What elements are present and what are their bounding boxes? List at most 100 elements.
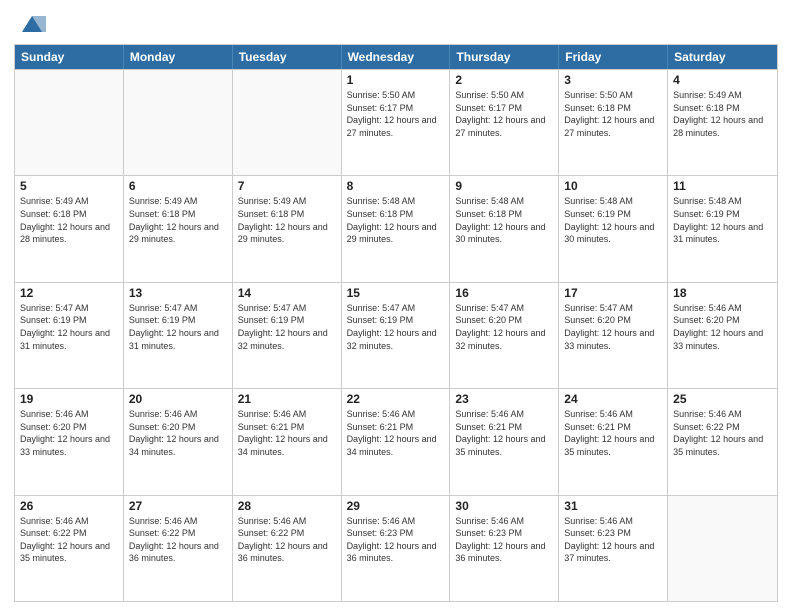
calendar-cell-23: 23Sunrise: 5:46 AM Sunset: 6:21 PM Dayli… [450,389,559,494]
calendar-row-4: 26 Sunrise: 5:46 AM Sunset: 6:22 PM Dayli… [15,495,777,601]
calendar-cell-6: 6 Sunrise: 5:49 AM Sunset: 6:18 PM Daylig… [124,176,233,281]
day-number: 2 [455,73,553,87]
day-number: 25 [673,392,772,406]
day-number: 16 [455,286,553,300]
day-info: Sunrise: 5:49 AM Sunset: 6:18 PM Dayligh… [20,195,118,245]
day-info: Sunrise: 5:48 AM Sunset: 6:19 PM Dayligh… [673,195,772,245]
calendar-row-3: 19 Sunrise: 5:46 AM Sunset: 6:20 PM Dayli… [15,388,777,494]
calendar-cell-10: 10 Sunrise: 5:48 AM Sunset: 6:19 PM Dayli… [559,176,668,281]
header-day-sunday: Sunday [15,45,124,69]
calendar-cell-empty-4-6 [668,496,777,601]
day-info: Sunrise: 5:47 AM Sunset: 6:19 PM Dayligh… [347,302,445,352]
day-number: 31 [564,499,662,513]
calendar-cell-empty-0-2 [233,70,342,175]
day-number: 15 [347,286,445,300]
day-info: Sunrise: 5:46 AM Sunset: 6:23 PM Dayligh… [564,515,662,565]
day-number: 8 [347,179,445,193]
header-day-saturday: Saturday [668,45,777,69]
day-info: Sunrise: 5:46 AM Sunset: 6:20 PM Dayligh… [20,408,118,458]
day-info: Sunrise: 5:50 AM Sunset: 6:18 PM Dayligh… [564,89,662,139]
calendar-cell-8: 8 Sunrise: 5:48 AM Sunset: 6:18 PM Daylig… [342,176,451,281]
day-info: Sunrise: 5:47 AM Sunset: 6:20 PM Dayligh… [564,302,662,352]
day-number: 14 [238,286,336,300]
day-number: 30 [455,499,553,513]
day-info: Sunrise: 5:49 AM Sunset: 6:18 PM Dayligh… [238,195,336,245]
day-number: 24 [564,392,662,406]
day-number: 18 [673,286,772,300]
calendar-cell-3: 3Sunrise: 5:50 AM Sunset: 6:18 PM Daylig… [559,70,668,175]
calendar-cell-24: 24 Sunrise: 5:46 AM Sunset: 6:21 PM Dayli… [559,389,668,494]
day-number: 19 [20,392,118,406]
day-info: Sunrise: 5:48 AM Sunset: 6:19 PM Dayligh… [564,195,662,245]
calendar-cell-15: 15 Sunrise: 5:47 AM Sunset: 6:19 PM Dayli… [342,283,451,388]
page: SundayMondayTuesdayWednesdayThursdayFrid… [0,0,792,612]
day-info: Sunrise: 5:46 AM Sunset: 6:21 PM Dayligh… [347,408,445,458]
day-number: 4 [673,73,772,87]
calendar-cell-25: 25 Sunrise: 5:46 AM Sunset: 6:22 PM Dayli… [668,389,777,494]
calendar-cell-17: 17 Sunrise: 5:47 AM Sunset: 6:20 PM Dayli… [559,283,668,388]
calendar-cell-12: 12 Sunrise: 5:47 AM Sunset: 6:19 PM Dayli… [15,283,124,388]
day-info: Sunrise: 5:46 AM Sunset: 6:22 PM Dayligh… [238,515,336,565]
calendar-cell-13: 13 Sunrise: 5:47 AM Sunset: 6:19 PM Dayli… [124,283,233,388]
calendar-cell-28: 28 Sunrise: 5:46 AM Sunset: 6:22 PM Dayli… [233,496,342,601]
day-number: 17 [564,286,662,300]
day-info: Sunrise: 5:46 AM Sunset: 6:21 PM Dayligh… [564,408,662,458]
day-number: 28 [238,499,336,513]
day-number: 22 [347,392,445,406]
day-info: Sunrise: 5:50 AM Sunset: 6:17 PM Dayligh… [455,89,553,139]
day-info: Sunrise: 5:50 AM Sunset: 6:17 PM Dayligh… [347,89,445,139]
calendar-cell-29: 29Sunrise: 5:46 AM Sunset: 6:23 PM Dayli… [342,496,451,601]
day-number: 27 [129,499,227,513]
day-info: Sunrise: 5:46 AM Sunset: 6:23 PM Dayligh… [347,515,445,565]
day-info: Sunrise: 5:46 AM Sunset: 6:22 PM Dayligh… [20,515,118,565]
calendar-row-0: 1Sunrise: 5:50 AM Sunset: 6:17 PM Daylig… [15,69,777,175]
logo-icon [18,10,46,38]
calendar-cell-empty-0-1 [124,70,233,175]
day-info: Sunrise: 5:46 AM Sunset: 6:22 PM Dayligh… [129,515,227,565]
day-number: 20 [129,392,227,406]
header-day-friday: Friday [559,45,668,69]
header [14,10,778,38]
calendar-cell-22: 22 Sunrise: 5:46 AM Sunset: 6:21 PM Dayli… [342,389,451,494]
calendar-cell-31: 31 Sunrise: 5:46 AM Sunset: 6:23 PM Dayli… [559,496,668,601]
calendar-cell-21: 21 Sunrise: 5:46 AM Sunset: 6:21 PM Dayli… [233,389,342,494]
header-day-monday: Monday [124,45,233,69]
calendar-cell-18: 18 Sunrise: 5:46 AM Sunset: 6:20 PM Dayli… [668,283,777,388]
day-info: Sunrise: 5:49 AM Sunset: 6:18 PM Dayligh… [129,195,227,245]
day-info: Sunrise: 5:48 AM Sunset: 6:18 PM Dayligh… [347,195,445,245]
calendar-cell-26: 26 Sunrise: 5:46 AM Sunset: 6:22 PM Dayli… [15,496,124,601]
day-info: Sunrise: 5:48 AM Sunset: 6:18 PM Dayligh… [455,195,553,245]
day-number: 6 [129,179,227,193]
day-number: 10 [564,179,662,193]
calendar: SundayMondayTuesdayWednesdayThursdayFrid… [14,44,778,602]
day-info: Sunrise: 5:47 AM Sunset: 6:19 PM Dayligh… [238,302,336,352]
day-number: 26 [20,499,118,513]
day-number: 21 [238,392,336,406]
header-day-thursday: Thursday [450,45,559,69]
calendar-cell-16: 16Sunrise: 5:47 AM Sunset: 6:20 PM Dayli… [450,283,559,388]
day-info: Sunrise: 5:47 AM Sunset: 6:19 PM Dayligh… [129,302,227,352]
day-info: Sunrise: 5:49 AM Sunset: 6:18 PM Dayligh… [673,89,772,139]
day-info: Sunrise: 5:47 AM Sunset: 6:19 PM Dayligh… [20,302,118,352]
day-number: 13 [129,286,227,300]
day-number: 7 [238,179,336,193]
day-number: 11 [673,179,772,193]
day-info: Sunrise: 5:46 AM Sunset: 6:20 PM Dayligh… [129,408,227,458]
day-info: Sunrise: 5:46 AM Sunset: 6:21 PM Dayligh… [238,408,336,458]
day-number: 12 [20,286,118,300]
calendar-cell-14: 14 Sunrise: 5:47 AM Sunset: 6:19 PM Dayli… [233,283,342,388]
calendar-cell-9: 9Sunrise: 5:48 AM Sunset: 6:18 PM Daylig… [450,176,559,281]
calendar-cell-7: 7 Sunrise: 5:49 AM Sunset: 6:18 PM Daylig… [233,176,342,281]
calendar-cell-1: 1Sunrise: 5:50 AM Sunset: 6:17 PM Daylig… [342,70,451,175]
day-info: Sunrise: 5:46 AM Sunset: 6:23 PM Dayligh… [455,515,553,565]
calendar-cell-5: 5Sunrise: 5:49 AM Sunset: 6:18 PM Daylig… [15,176,124,281]
calendar-cell-30: 30 Sunrise: 5:46 AM Sunset: 6:23 PM Dayli… [450,496,559,601]
day-info: Sunrise: 5:46 AM Sunset: 6:22 PM Dayligh… [673,408,772,458]
calendar-body: 1Sunrise: 5:50 AM Sunset: 6:17 PM Daylig… [15,69,777,601]
calendar-cell-11: 11 Sunrise: 5:48 AM Sunset: 6:19 PM Dayli… [668,176,777,281]
calendar-row-1: 5Sunrise: 5:49 AM Sunset: 6:18 PM Daylig… [15,175,777,281]
day-info: Sunrise: 5:46 AM Sunset: 6:20 PM Dayligh… [673,302,772,352]
calendar-header: SundayMondayTuesdayWednesdayThursdayFrid… [15,45,777,69]
calendar-row-2: 12 Sunrise: 5:47 AM Sunset: 6:19 PM Dayli… [15,282,777,388]
logo [14,10,46,38]
